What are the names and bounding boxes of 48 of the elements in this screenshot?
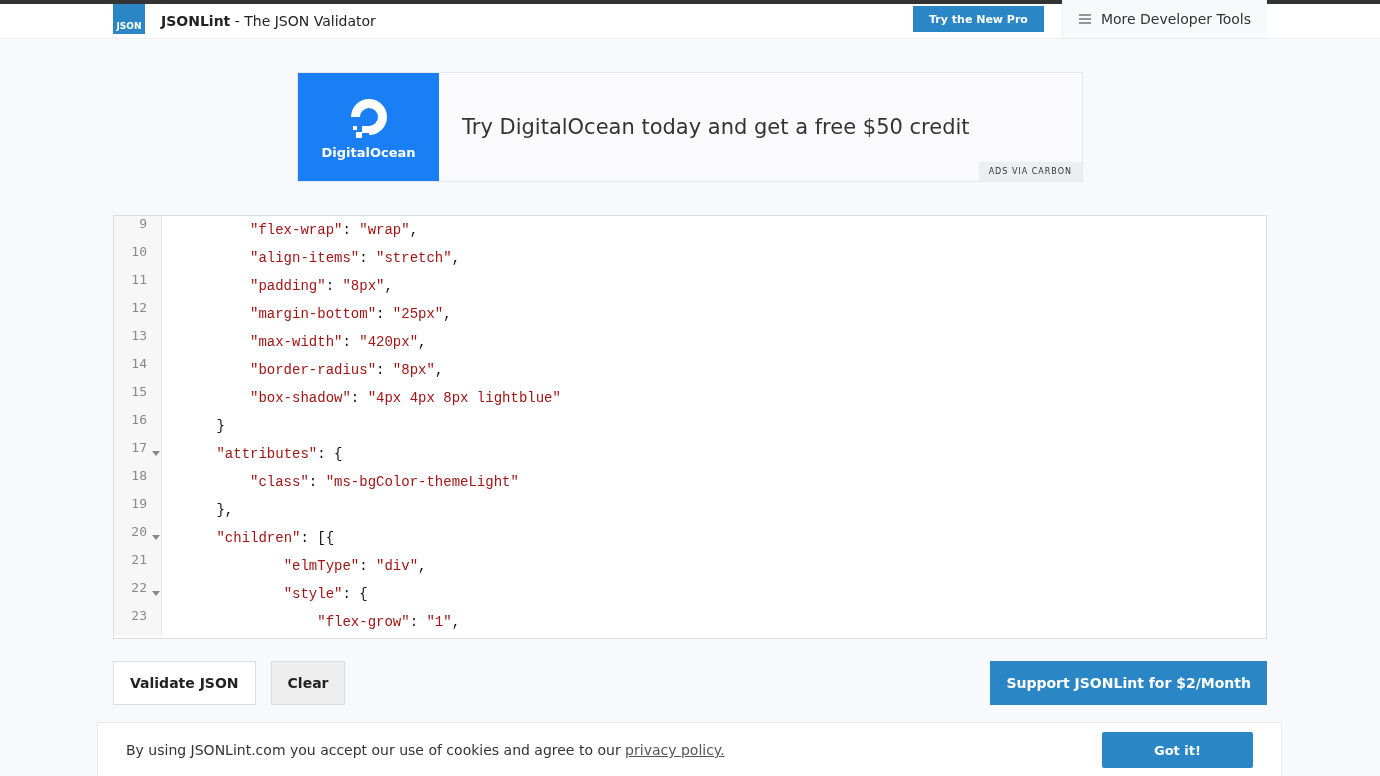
- validate-button[interactable]: Validate JSON: [113, 661, 256, 705]
- fold-caret-icon[interactable]: [152, 591, 160, 596]
- support-button[interactable]: Support JSONLint for $2/Month: [990, 661, 1267, 705]
- site-title: JSONLint - The JSON Validator: [161, 13, 376, 29]
- line-number: 19: [114, 496, 162, 524]
- line-number: 20: [114, 524, 162, 552]
- line-number: 17: [114, 440, 162, 468]
- code-line: "box-shadow": "4px 4px 8px lightblue": [249, 389, 561, 408]
- line-number: 22: [114, 580, 162, 608]
- ad-banner[interactable]: DigitalOcean Try DigitalOcean today and get a free $50 credit ADS VIA CARBON: [297, 72, 1083, 182]
- line-number: 14: [114, 356, 162, 384]
- fold-caret-icon[interactable]: [152, 535, 160, 540]
- line-number: 12: [114, 300, 162, 328]
- ad-logo: DigitalOcean: [298, 73, 439, 181]
- code-line: }: [215, 417, 225, 436]
- code-line: },: [215, 501, 234, 520]
- fold-caret-icon[interactable]: [152, 451, 160, 456]
- clear-button[interactable]: Clear: [270, 661, 346, 705]
- line-number: 23: [114, 608, 162, 636]
- code-line: "attributes": {: [215, 445, 343, 464]
- code-line: "class": "ms-bgColor-themeLight": [249, 473, 519, 492]
- code-line: "padding": "8px",: [249, 277, 393, 296]
- code-line: "max-width": "420px",: [249, 333, 427, 352]
- got-it-button[interactable]: Got it!: [1102, 732, 1253, 768]
- code-line: "style": {: [282, 585, 368, 604]
- line-number: 13: [114, 328, 162, 356]
- code-line: "margin-bottom": "25px",: [249, 305, 452, 324]
- line-number: 16: [114, 412, 162, 440]
- line-number: 18: [114, 468, 162, 496]
- logo[interactable]: JSON: [113, 4, 145, 34]
- line-number: 21: [114, 552, 162, 580]
- line-number: 11: [114, 272, 162, 300]
- code-line: "align-items": "stretch",: [249, 249, 461, 268]
- cookie-notice: By using JSONLint.com you accept our use of cookies and agree to our privacy policy.: [126, 742, 725, 758]
- ad-badge[interactable]: ADS VIA CARBON: [978, 162, 1082, 181]
- code-line: "border-radius": "8px",: [249, 361, 444, 380]
- privacy-link[interactable]: privacy policy.: [625, 742, 725, 758]
- tools-menu-button[interactable]: More Developer Tools: [1061, 0, 1267, 38]
- line-number: 15: [114, 384, 162, 412]
- menu-icon: [1078, 14, 1091, 24]
- code-line: "children": [{: [215, 529, 335, 548]
- line-number: 9: [114, 216, 162, 244]
- code-line: "elmType": "div",: [282, 557, 427, 576]
- line-number: 10: [114, 244, 162, 272]
- ad-headline: Try DigitalOcean today and get a free $50 credit: [462, 115, 970, 139]
- try-pro-button[interactable]: Try the New Pro: [913, 6, 1044, 32]
- code-line: "flex-wrap": "wrap",: [249, 221, 419, 240]
- code-line: "flex-grow": "1",: [316, 613, 461, 632]
